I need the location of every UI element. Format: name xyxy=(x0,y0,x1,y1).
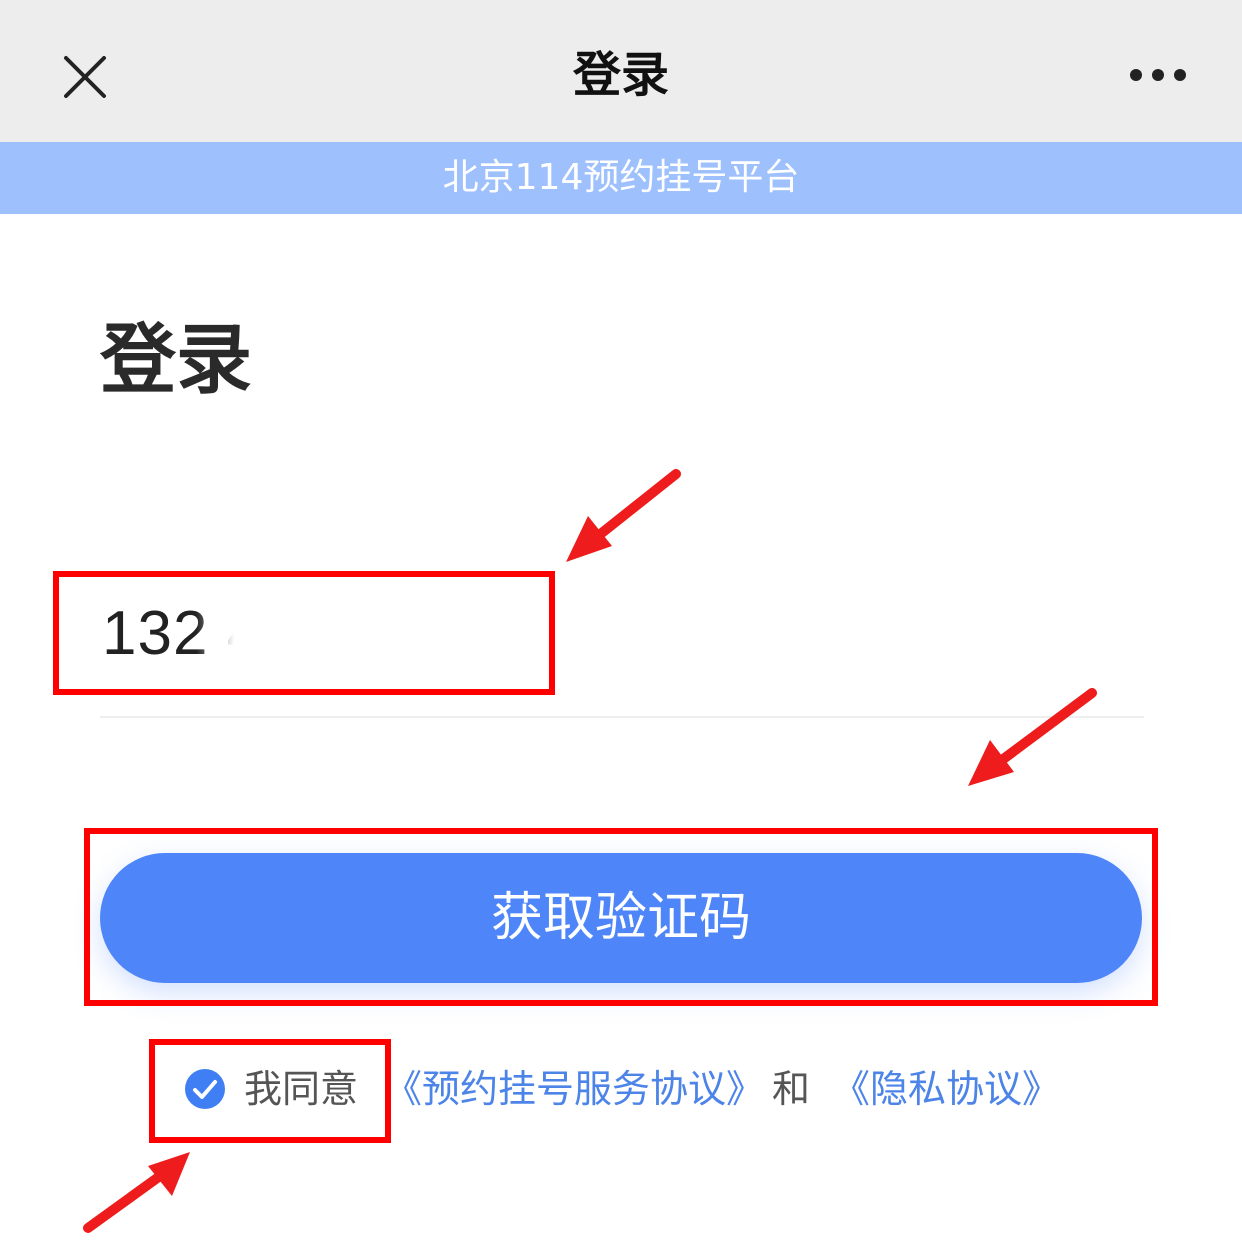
privacy-agreement-link[interactable]: 《隐私协议》 xyxy=(832,1064,1060,1114)
and-text: 和 xyxy=(772,1067,811,1111)
platform-banner: 北京114预约挂号平台 xyxy=(0,142,1242,214)
phone-redaction-blur xyxy=(196,594,408,672)
nav-title: 登录 xyxy=(572,47,669,103)
get-verification-code-button[interactable]: 获取验证码 xyxy=(100,853,1142,983)
agree-label: 我同意 xyxy=(244,1067,359,1111)
more-dots-icon[interactable] xyxy=(1128,62,1188,88)
service-agreement-link[interactable]: 《预约挂号服务协议》 xyxy=(384,1064,764,1114)
phone-input-underline xyxy=(100,716,1144,718)
navbar: 登录 xyxy=(0,0,1242,142)
arrow-to-button xyxy=(968,688,1097,786)
arrow-to-checkbox xyxy=(83,1152,190,1233)
arrow-to-phone xyxy=(566,469,681,562)
page-title: 登录 xyxy=(100,315,252,404)
checkbox-checked-icon[interactable] xyxy=(184,1068,226,1110)
